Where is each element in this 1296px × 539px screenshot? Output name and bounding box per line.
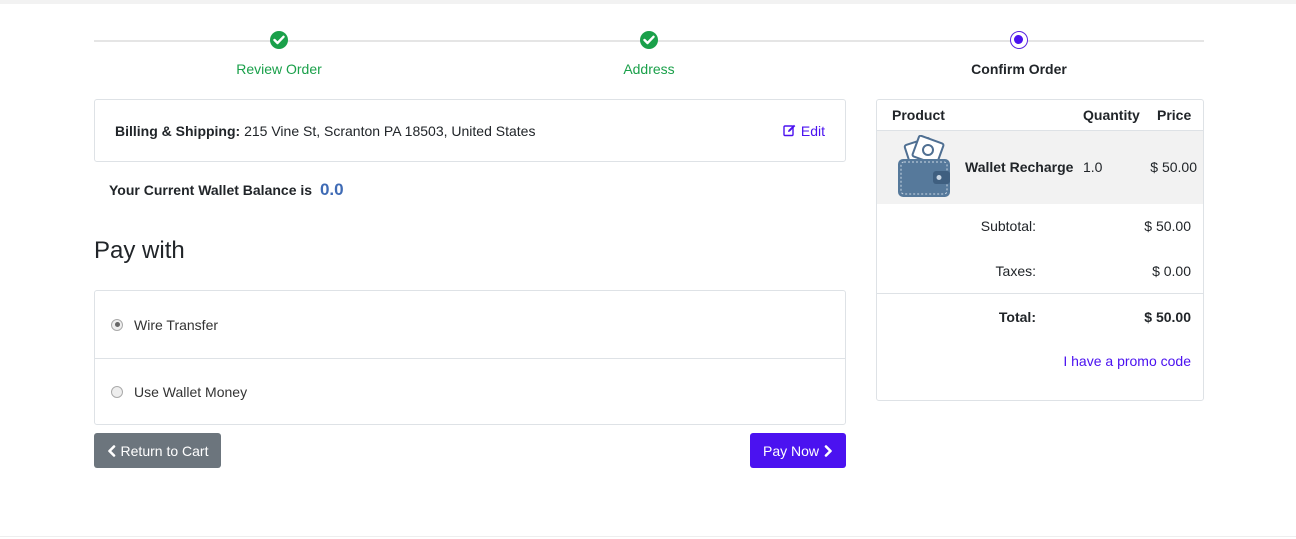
footer-divider <box>0 536 1296 537</box>
payment-method-wallet-money[interactable]: Use Wallet Money <box>95 358 845 425</box>
check-icon <box>640 31 658 49</box>
chevron-left-icon <box>107 444 115 457</box>
step-confirm-order: Confirm Order <box>919 28 1119 77</box>
order-summary: Product Quantity Price Wallet Recharge 1… <box>876 99 1204 401</box>
wire-transfer-radio[interactable] <box>111 318 123 331</box>
subtotal-label: Subtotal: <box>980 218 1036 234</box>
step-label: Review Order <box>236 61 322 77</box>
return-to-cart-button[interactable]: Return to Cart <box>94 433 221 468</box>
step-address[interactable]: Address <box>549 28 749 77</box>
divider <box>877 293 1203 294</box>
payment-method-label: Use Wallet Money <box>134 384 248 400</box>
top-bar <box>0 0 1296 4</box>
edit-address-link[interactable]: Edit <box>783 123 825 139</box>
item-name: Wallet Recharge <box>965 159 1074 175</box>
pay-now-label: Pay Now <box>762 442 820 459</box>
check-icon <box>270 31 288 49</box>
header-price: Price <box>1157 107 1192 123</box>
return-to-cart-label: Return to Cart <box>120 442 209 459</box>
chevron-right-icon <box>824 444 832 457</box>
edit-icon <box>783 124 796 137</box>
payment-methods: Wire Transfer Use Wallet Money <box>94 290 846 425</box>
header-quantity: Quantity <box>1083 107 1140 123</box>
wallet-money-radio[interactable] <box>111 386 123 398</box>
header-product: Product <box>892 107 945 123</box>
order-item-row: Wallet Recharge 1.0 $ 50.00 <box>877 131 1203 204</box>
checkout-progress: Review Order Address Confirm Order <box>94 28 1204 80</box>
wallet-balance-label: Your Current Wallet Balance is <box>109 182 313 198</box>
step-review-order[interactable]: Review Order <box>179 28 379 77</box>
pay-now-button[interactable]: Pay Now <box>750 433 846 468</box>
billing-address: Billing & Shipping: 215 Vine St, Scranto… <box>115 123 535 139</box>
order-summary-header: Product Quantity Price <box>877 100 1203 131</box>
payment-method-wire-transfer[interactable]: Wire Transfer <box>95 291 845 358</box>
billing-label: Billing & Shipping: <box>115 122 241 139</box>
item-price: $ 50.00 <box>1150 159 1197 175</box>
taxes-value: $ 0.00 <box>1152 263 1191 279</box>
billing-shipping-card: Billing & Shipping: 215 Vine St, Scranto… <box>94 99 846 162</box>
current-step-dot-icon <box>1010 31 1028 49</box>
subtotal-value: $ 50.00 <box>1144 218 1191 234</box>
payment-method-label: Wire Transfer <box>134 316 219 333</box>
step-label: Address <box>623 61 675 77</box>
promo-code-link[interactable]: I have a promo code <box>1063 353 1191 369</box>
total-value: $ 50.00 <box>1144 309 1191 325</box>
wallet-icon <box>898 135 950 197</box>
wallet-balance: Your Current Wallet Balance is 0.0 <box>109 180 344 200</box>
taxes-label: Taxes: <box>995 263 1036 279</box>
billing-address-text: 215 Vine St, Scranton PA 18503, United S… <box>240 122 536 139</box>
edit-label: Edit <box>800 122 825 139</box>
step-label: Confirm Order <box>971 61 1067 77</box>
wallet-balance-amount: 0.0 <box>319 180 344 199</box>
item-quantity: 1.0 <box>1083 159 1103 175</box>
total-label: Total: <box>998 309 1036 325</box>
pay-with-heading: Pay with <box>94 237 185 264</box>
